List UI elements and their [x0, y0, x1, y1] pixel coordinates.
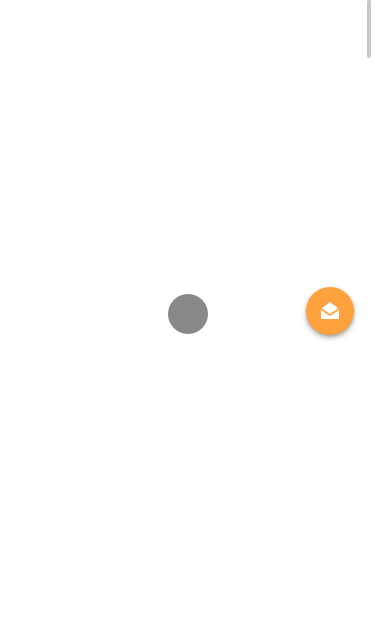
app-viewport: [0, 0, 375, 627]
scrollbar-thumb[interactable]: [367, 0, 371, 58]
open-messages-button[interactable]: [306, 287, 354, 335]
mail-open-icon: [320, 302, 340, 319]
scrollbar[interactable]: [367, 0, 372, 627]
loading-spinner: [168, 294, 208, 334]
